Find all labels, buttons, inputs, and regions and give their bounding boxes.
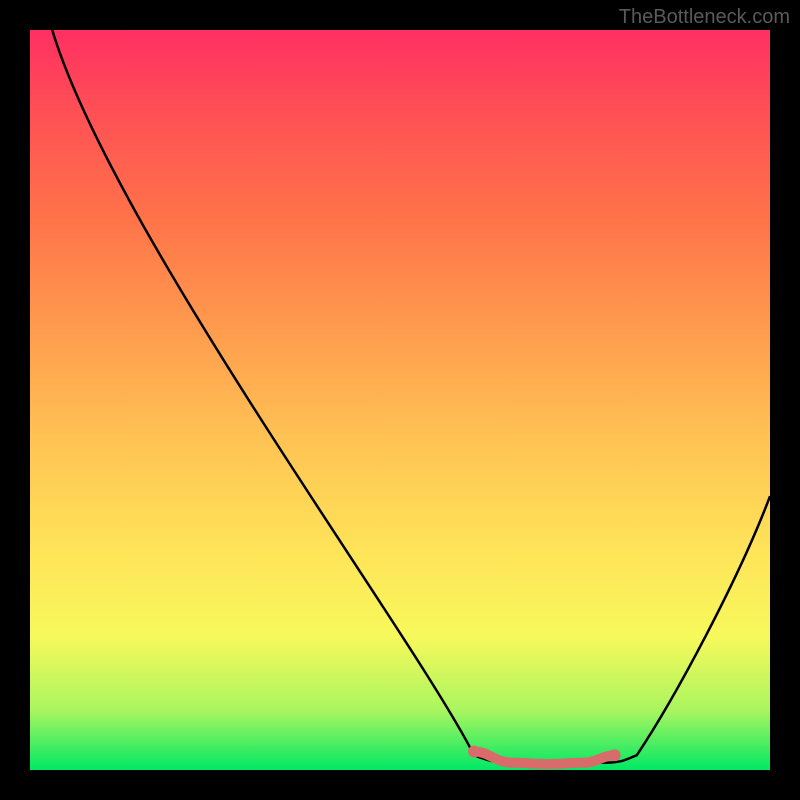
- chart-main-curve: [52, 30, 770, 763]
- chart-plot-area: [30, 30, 770, 770]
- chart-svg: [30, 30, 770, 770]
- highlight-dot-left: [468, 746, 480, 758]
- highlight-dot-right: [609, 749, 621, 761]
- chart-highlight-segment: [474, 752, 615, 765]
- watermark-text: TheBottleneck.com: [619, 6, 790, 29]
